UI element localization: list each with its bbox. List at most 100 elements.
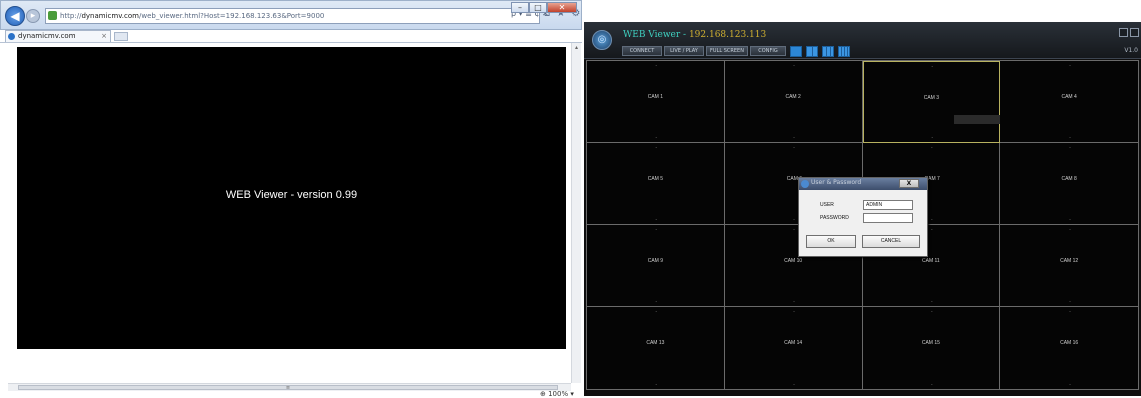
viewer-title-ip: 192.168.123.113 — [688, 30, 767, 40]
full-screen-button[interactable]: FULL SCREEN — [706, 46, 748, 56]
zoom-level[interactable]: ⊕ 100% ▾ — [540, 390, 574, 398]
layout-4x4-icon[interactable] — [838, 46, 850, 57]
cam-marker-bottom: - — [655, 382, 658, 388]
cam-marker-top: - — [655, 145, 658, 151]
url-path: /web_viewer.html?Host=192.168.123.63&Por… — [138, 12, 325, 20]
password-input[interactable] — [863, 213, 913, 223]
tab-title: dynamicmv.com — [18, 32, 76, 40]
dialog-title: User & Password — [811, 179, 862, 186]
camera-cell[interactable]: - CAM 16 - — [1000, 307, 1138, 389]
camera-cell[interactable]: - CAM 1 - — [587, 61, 725, 143]
camera-label: CAM 13 — [646, 340, 665, 346]
cam-marker-top: - — [655, 63, 658, 69]
password-label: PASSWORD — [820, 215, 849, 221]
cam-marker-bottom: - — [655, 299, 658, 305]
camera-cell-selected[interactable]: - CAM 3 - — [862, 61, 1040, 143]
user-input[interactable]: ADMIN — [863, 200, 913, 210]
camera-label: CAM 10 — [784, 258, 803, 264]
camera-label: CAM 11 — [922, 258, 940, 264]
forward-button[interactable]: ▸ — [26, 9, 40, 23]
minimize-button[interactable]: – — [511, 2, 529, 13]
live-play-button[interactable]: LIVE / PLAY — [664, 46, 704, 56]
cam-marker-bottom: - — [1069, 135, 1071, 141]
camera-cell[interactable]: - CAM 13 - — [587, 307, 725, 389]
config-button[interactable]: CONFIG — [750, 46, 786, 56]
camera-label: CAM 5 — [647, 176, 664, 182]
layout-1x1-icon[interactable] — [790, 46, 802, 57]
cam-marker-bottom: - — [793, 382, 795, 388]
maximize-button[interactable]: □ — [529, 2, 547, 13]
camera-cell[interactable]: - CAM 15 - — [862, 307, 1001, 389]
camera-cell[interactable]: - CAM 9 - — [587, 225, 725, 307]
url-prefix: http:// — [60, 12, 82, 20]
app-version: V1.0 — [1124, 47, 1138, 54]
camera-label: CAM 8 — [1061, 176, 1077, 182]
dialog-titlebar[interactable]: User & Password X — [799, 178, 927, 190]
camera-label: CAM 1 — [647, 94, 664, 100]
cam-marker-bottom: - — [930, 299, 933, 305]
browser-window: ◀ ▸ http://dynamicmv.com/web_viewer.html… — [0, 0, 582, 398]
camera-cell[interactable]: - CAM 5 - — [587, 143, 725, 225]
ok-button[interactable]: OK — [806, 235, 856, 248]
horizontal-scrollbar[interactable]: ≡ — [8, 383, 571, 391]
close-button[interactable]: ✕ — [547, 2, 577, 13]
cam-marker-top: - — [655, 309, 658, 315]
user-label: USER — [820, 202, 834, 208]
connect-button[interactable]: CONNECT — [622, 46, 662, 56]
cam-marker-top: - — [930, 145, 933, 151]
camera-label: CAM 3 — [923, 95, 940, 101]
cam-marker-bottom: - — [793, 299, 795, 305]
camera-cell[interactable]: - CAM 14 - — [724, 307, 863, 389]
layout-3x3-icon[interactable] — [822, 46, 834, 57]
cam-marker-bottom: - — [1069, 299, 1071, 305]
layout-2x2-icon[interactable] — [806, 46, 818, 57]
dialog-close-button[interactable]: X — [899, 179, 919, 188]
camera-cell[interactable]: - CAM 8 - — [1000, 143, 1138, 225]
cam-marker-bottom: - — [930, 217, 933, 223]
viewer-title-prefix: WEB Viewer - — [623, 30, 689, 40]
dialog-app-icon — [801, 180, 809, 188]
browser-titlebar: ◀ ▸ http://dynamicmv.com/web_viewer.html… — [0, 0, 582, 30]
camera-cell[interactable]: - CAM 2 - — [724, 61, 863, 143]
scroll-up-icon[interactable]: ▴ — [572, 43, 581, 52]
cam-marker-bottom: - — [931, 135, 934, 141]
page-icon — [48, 11, 57, 20]
camera-label: CAM 2 — [785, 94, 801, 100]
cam-marker-top: - — [793, 227, 795, 233]
new-tab-button[interactable] — [114, 32, 128, 41]
camera-cell[interactable]: - CAM 4 - — [1000, 61, 1138, 143]
cam-marker-bottom: - — [930, 382, 933, 388]
viewer-header: ◎ WEB Viewer - 192.168.123.113 CONNECT L… — [584, 22, 1141, 59]
version-text: WEB Viewer - version 0.99 — [225, 189, 358, 201]
camera-label: CAM 14 — [784, 340, 803, 346]
cam-marker-top: - — [931, 64, 934, 70]
tab-close-icon[interactable]: × — [101, 31, 107, 42]
url-host: dynamicmv.com — [81, 12, 139, 20]
scroll-thumb[interactable]: ≡ — [18, 385, 558, 391]
cancel-button[interactable]: CANCEL — [862, 235, 920, 248]
back-button[interactable]: ◀ — [5, 6, 25, 26]
cam-marker-bottom: - — [1069, 217, 1071, 223]
cam-marker-top: - — [1069, 227, 1071, 233]
app-logo-icon: ◎ — [592, 30, 612, 50]
viewer-maximize-icon[interactable] — [1130, 28, 1139, 37]
cam-marker-top: - — [930, 227, 933, 233]
cam-marker-top: - — [793, 309, 795, 315]
cam-marker-bottom: - — [655, 135, 658, 141]
browser-tab[interactable]: dynamicmv.com × — [5, 30, 111, 42]
cam-marker-bottom: - — [793, 217, 795, 223]
cam-marker-top: - — [1069, 63, 1071, 69]
camera-cell[interactable]: - CAM 12 - — [1000, 225, 1138, 307]
cam-marker-top: - — [930, 309, 933, 315]
viewer-toolbar: CONNECT LIVE / PLAY FULL SCREEN CONFIG — [622, 46, 850, 57]
cam-marker-top: - — [793, 63, 795, 69]
vertical-scrollbar[interactable]: ▴ — [571, 43, 581, 383]
viewer-minimize-icon[interactable] — [1119, 28, 1128, 37]
camera-label: CAM 15 — [921, 340, 940, 346]
camera-label: CAM 4 — [1061, 94, 1077, 100]
cam-marker-top: - — [655, 227, 658, 233]
cam-marker-bottom: - — [1069, 382, 1071, 388]
cam-marker-top: - — [1069, 309, 1071, 315]
camera-label: CAM 16 — [1060, 340, 1079, 346]
address-bar[interactable]: http://dynamicmv.com/web_viewer.html?Hos… — [45, 8, 540, 24]
